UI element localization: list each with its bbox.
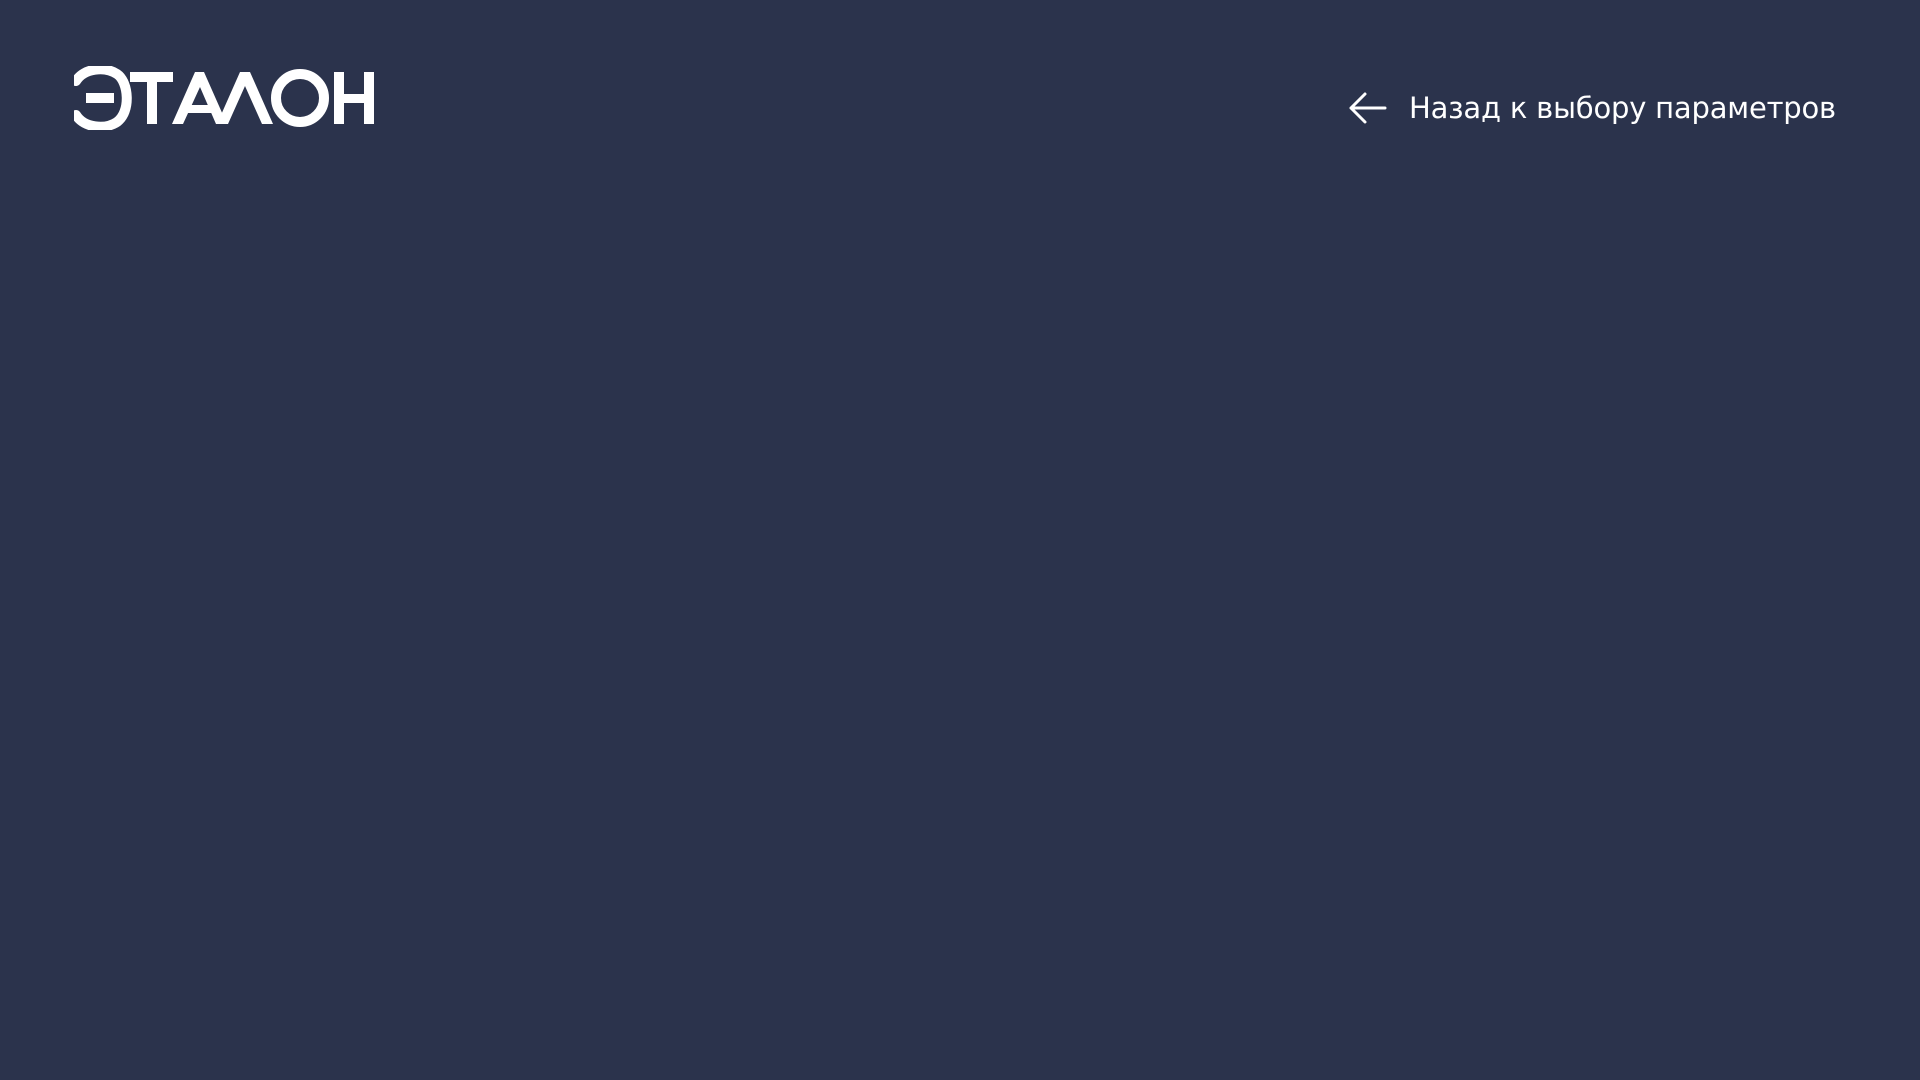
app-page: Назад к выбору параметров	[0, 0, 1920, 1080]
back-to-parameters-link[interactable]: Назад к выбору параметров	[1345, 80, 1865, 136]
arrow-left-icon	[1345, 85, 1391, 131]
back-link-label: Назад к выбору параметров	[1409, 90, 1836, 125]
main-content	[0, 200, 1920, 1080]
page-header: Назад к выбору параметров	[0, 0, 1920, 200]
brand-logo	[74, 66, 378, 130]
